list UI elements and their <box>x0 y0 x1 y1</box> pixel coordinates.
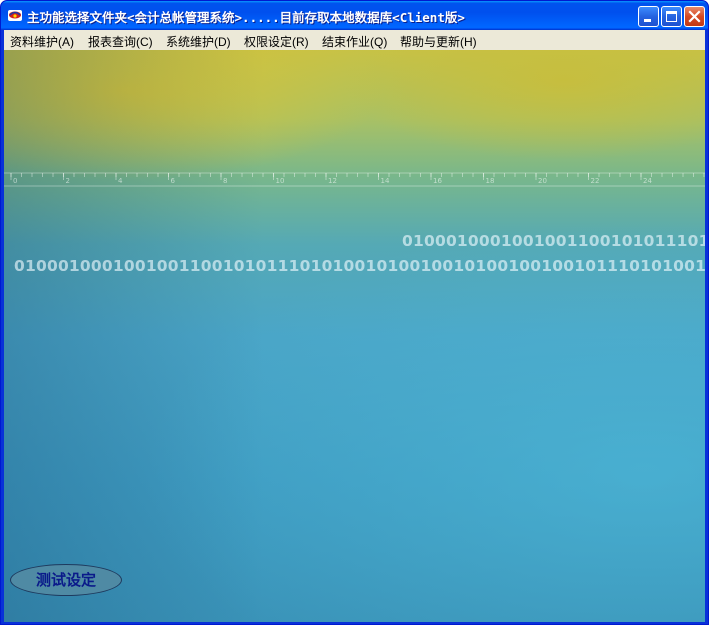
minimize-icon <box>644 19 651 22</box>
maximize-icon <box>666 11 677 22</box>
ruler-label: 8 <box>223 177 227 185</box>
window-title: 主功能选择文件夹<会计总帐管理系统>.....目前存取本地数据库<Client版… <box>27 10 465 25</box>
menu-item-report-query[interactable]: 报表查询(C) <box>88 33 153 50</box>
ruler-label: 12 <box>328 177 337 185</box>
decorative-ruler: 0 2 4 6 8 10 12 14 16 18 20 22 24 <box>4 172 705 187</box>
window-border-right <box>705 30 708 624</box>
ruler-label: 0 <box>13 177 17 185</box>
title-bar[interactable]: 主功能选择文件夹<会计总帐管理系统>.....目前存取本地数据库<Client版… <box>1 1 708 30</box>
close-button[interactable] <box>684 6 705 27</box>
app-window: 主功能选择文件夹<会计总帐管理系统>.....目前存取本地数据库<Client版… <box>0 0 709 625</box>
menu-item-end-job[interactable]: 结束作业(Q) <box>322 33 387 50</box>
ruler-label: 14 <box>381 177 390 185</box>
ruler-label: 10 <box>276 177 285 185</box>
binary-text-upper: 0100010001001001100101011101010 <box>402 232 705 250</box>
minimize-button[interactable] <box>638 6 659 27</box>
close-icon <box>688 10 701 23</box>
ruler-label: 24 <box>643 177 652 185</box>
menu-bar: 资料维护(A) 报表查询(C) 系统维护(D) 权限设定(R) 结束作业(Q) … <box>4 30 705 50</box>
test-settings-button[interactable]: 测试设定 <box>10 564 122 596</box>
ruler-label: 22 <box>591 177 600 185</box>
menu-item-help-update[interactable]: 帮助与更新(H) <box>400 33 477 50</box>
ruler-label: 20 <box>538 177 547 185</box>
ruler-label: 18 <box>486 177 495 185</box>
binary-text-lower: 0100010001001001100101011101010010100100… <box>14 257 705 275</box>
ruler-label: 2 <box>66 177 70 185</box>
main-workspace: 0 2 4 6 8 10 12 14 16 18 20 22 24 010001000100100110… <box>4 50 705 622</box>
app-logo-icon[interactable] <box>7 7 23 23</box>
ruler-label: 4 <box>118 177 123 185</box>
maximize-button[interactable] <box>661 6 682 27</box>
background-shade <box>4 50 264 622</box>
menu-item-system-maintenance[interactable]: 系统维护(D) <box>166 33 231 50</box>
menu-item-permission-settings[interactable]: 权限设定(R) <box>244 33 309 50</box>
ruler-label: 6 <box>171 177 176 185</box>
ruler-label: 16 <box>433 177 442 185</box>
menu-item-data-maintenance[interactable]: 资料维护(A) <box>10 33 74 50</box>
